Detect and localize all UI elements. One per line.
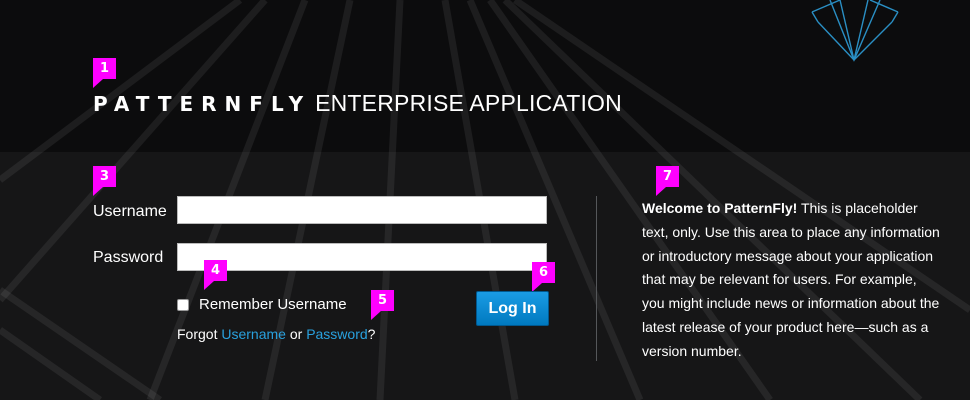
forgot-prefix: Forgot: [177, 326, 218, 342]
callout-marker: 1: [93, 58, 116, 88]
password-input[interactable]: [177, 243, 547, 271]
brand-title: PATTERNFLY ENTERPRISE APPLICATION: [93, 90, 622, 120]
welcome-heading: Welcome to PatternFly!: [642, 200, 798, 216]
welcome-message: Welcome to PatternFly! This is placehold…: [642, 197, 942, 364]
forgot-credentials: Forgot Username or Password?: [177, 326, 375, 342]
username-input[interactable]: [177, 196, 547, 224]
forgot-or: or: [289, 326, 303, 342]
forgot-username-link[interactable]: Username: [221, 326, 286, 342]
callout-marker: 4: [204, 260, 227, 290]
remember-username-label: Remember Username: [199, 296, 347, 313]
username-label: Username: [93, 203, 167, 220]
login-button[interactable]: Log In: [476, 291, 549, 326]
callout-marker: 6: [532, 262, 555, 292]
callout-marker: 3: [93, 166, 116, 196]
forgot-password-link[interactable]: Password: [306, 326, 367, 342]
remember-username-checkbox[interactable]: Remember Username: [176, 296, 347, 313]
brand-subtitle: ENTERPRISE APPLICATION: [315, 90, 622, 116]
password-label: Password: [93, 249, 164, 266]
brand-name: PATTERNFLY: [93, 92, 312, 116]
callout-marker: 7: [656, 166, 679, 196]
welcome-body: This is placeholder text, only. Use this…: [642, 200, 940, 359]
callout-marker: 5: [371, 290, 394, 320]
patternfly-logo-icon: [811, 0, 899, 62]
forgot-suffix: ?: [367, 326, 376, 342]
vertical-divider: [596, 196, 597, 361]
checkbox-icon[interactable]: [177, 298, 189, 311]
